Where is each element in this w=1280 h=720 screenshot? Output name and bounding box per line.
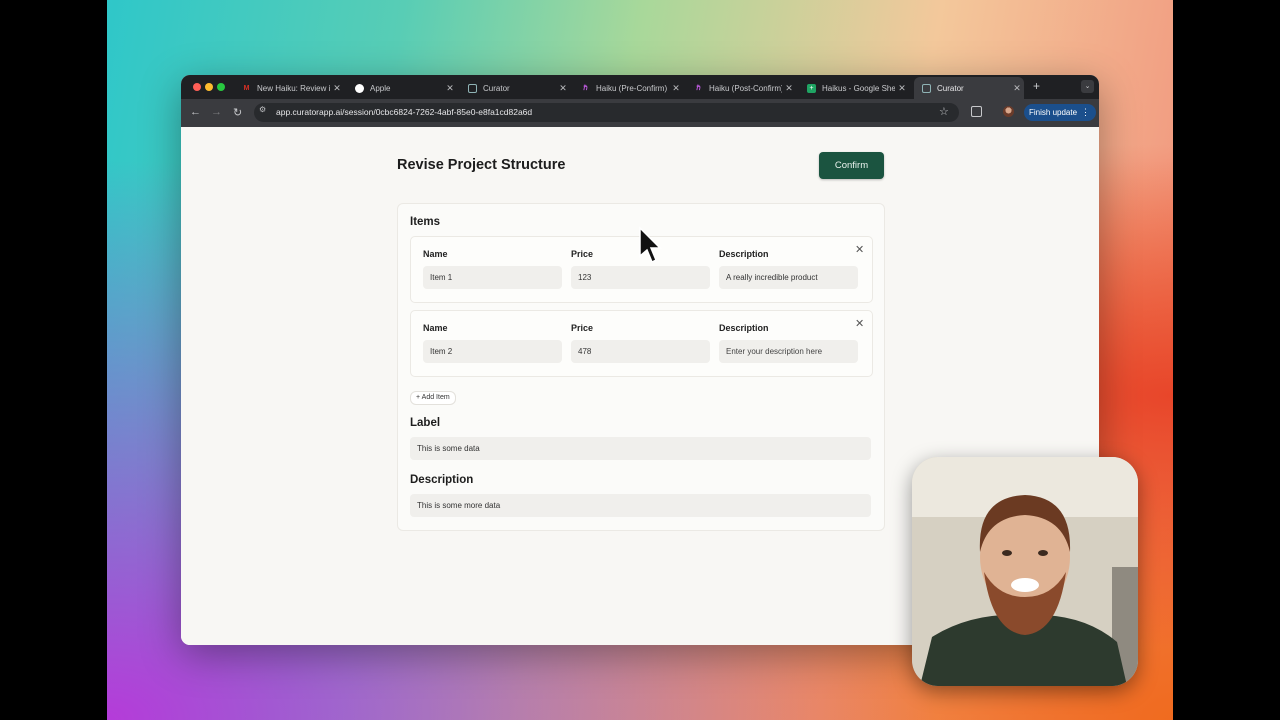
browser-tab[interactable]: Apple ✕ <box>347 77 457 99</box>
item-name-input[interactable] <box>423 266 562 289</box>
item-description-input[interactable] <box>719 340 858 363</box>
item-row: Name Price Description ✕ <box>410 310 873 377</box>
finish-update-label: Finish update <box>1029 108 1078 117</box>
gmail-icon: M <box>243 84 250 92</box>
close-tab-icon[interactable]: ✕ <box>782 83 796 94</box>
name-label: Name <box>423 323 448 333</box>
webcam-overlay <box>912 457 1138 686</box>
haiku-icon: ℏ <box>696 84 701 92</box>
bookmark-star-icon[interactable]: ☆ <box>939 105 949 118</box>
browser-tab-active[interactable]: Curator ✕ <box>914 77 1024 99</box>
description-label: Description <box>719 249 769 259</box>
minimize-window-button[interactable] <box>205 83 213 91</box>
page-title: Revise Project Structure <box>397 157 566 173</box>
description-heading: Description <box>410 474 474 486</box>
browser-tab[interactable]: Curator ✕ <box>460 77 570 99</box>
new-tab-icon[interactable]: + <box>1033 79 1040 93</box>
confirm-button[interactable]: Confirm <box>819 152 884 179</box>
add-item-button[interactable]: + Add Item <box>410 391 456 405</box>
item-price-input[interactable] <box>571 340 710 363</box>
close-tab-icon[interactable]: ✕ <box>556 83 570 94</box>
price-label: Price <box>571 249 594 259</box>
price-label: Price <box>571 323 594 333</box>
tab-title: Haiku (Pre-Confirm) <box>596 83 668 93</box>
back-arrow-icon[interactable]: ← <box>190 106 201 118</box>
finish-update-button[interactable]: Finish update ⋮ <box>1024 104 1096 121</box>
sheets-icon: + <box>807 83 816 93</box>
items-heading: Items <box>410 216 441 228</box>
tab-title: Curator <box>483 83 510 93</box>
maximize-window-button[interactable] <box>217 83 225 91</box>
profile-avatar[interactable] <box>1003 106 1014 117</box>
plus-icon: + <box>416 394 421 401</box>
tab-title: New Haiku: Review i <box>257 83 330 93</box>
url-text: app.curatorapp.ai/session/0cbc6824-7262-… <box>276 107 533 117</box>
close-tab-icon[interactable]: ✕ <box>669 83 683 94</box>
curator-icon <box>468 83 477 93</box>
curator-icon <box>922 83 931 93</box>
tab-title: Apple <box>370 83 391 93</box>
close-tab-icon[interactable]: ✕ <box>1010 83 1024 94</box>
tab-strip: M New Haiku: Review i ✕ Apple ✕ Curator … <box>181 75 1099 99</box>
label-heading: Label <box>410 417 441 429</box>
site-info-icon[interactable]: ⚙ <box>259 105 266 114</box>
tab-title: Haiku (Post-Confirm) <box>709 83 782 93</box>
address-bar[interactable]: app.curatorapp.ai/session/0cbc6824-7262-… <box>254 103 959 122</box>
item-description-input[interactable] <box>719 266 858 289</box>
extensions-icon[interactable] <box>971 106 982 117</box>
close-tab-icon[interactable]: ✕ <box>443 83 457 94</box>
tab-title: Curator <box>937 83 964 93</box>
remove-item-close-icon[interactable]: ✕ <box>855 243 864 256</box>
reload-icon[interactable]: ↻ <box>233 106 242 119</box>
close-window-button[interactable] <box>193 83 201 91</box>
kebab-menu-icon: ⋮ <box>1081 107 1090 117</box>
presenter-video-icon <box>912 457 1138 686</box>
browser-tab[interactable]: ℏ Haiku (Pre-Confirm) ✕ <box>573 77 683 99</box>
mouse-pointer-icon <box>639 226 662 264</box>
item-name-input[interactable] <box>423 340 562 363</box>
close-tab-icon[interactable]: ✕ <box>330 83 344 94</box>
label-input[interactable] <box>410 437 871 460</box>
description-label: Description <box>719 323 769 333</box>
tab-search-chevron-icon[interactable]: ⌄ <box>1081 80 1094 93</box>
browser-tab[interactable]: M New Haiku: Review i ✕ <box>234 77 344 99</box>
tab-title: Haikus - Google She <box>822 83 895 93</box>
add-item-label: Add Item <box>421 394 450 401</box>
browser-tab[interactable]: ℏ Haiku (Post-Confirm) ✕ <box>686 77 796 99</box>
forward-arrow-icon[interactable]: → <box>211 106 222 118</box>
browser-toolbar: ← → ↻ app.curatorapp.ai/session/0cbc6824… <box>181 99 1099 127</box>
name-label: Name <box>423 249 448 259</box>
description-input[interactable] <box>410 494 871 517</box>
browser-tab[interactable]: + Haikus - Google She ✕ <box>799 77 909 99</box>
haiku-icon: ℏ <box>583 84 588 92</box>
close-tab-icon[interactable]: ✕ <box>895 83 909 94</box>
remove-item-close-icon[interactable]: ✕ <box>855 317 864 330</box>
apple-icon <box>355 83 364 93</box>
